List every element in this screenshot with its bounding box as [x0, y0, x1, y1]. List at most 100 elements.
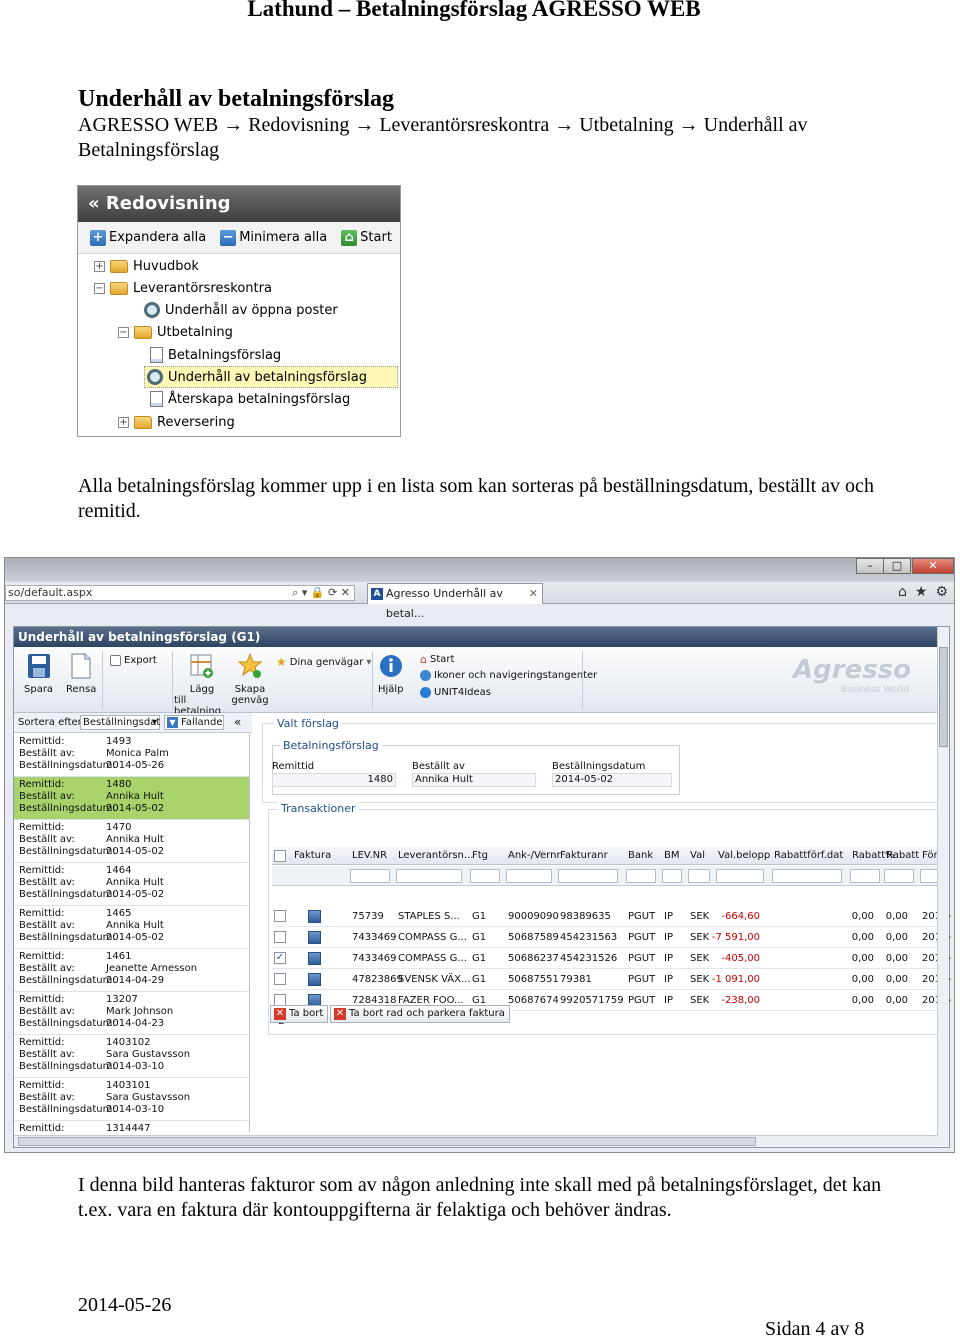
list-item-value: 1464 [106, 865, 132, 876]
favorites-star-icon[interactable]: ★ [915, 584, 928, 600]
start-button[interactable]: ⌂ Start [341, 229, 392, 246]
unit4ideas-link[interactable]: UNIT4Ideas [420, 687, 491, 698]
table-cell: PGUT [628, 995, 656, 1006]
icons-shortcuts-link[interactable]: Ikoner och navigeringstangenter [420, 670, 597, 681]
column-header[interactable]: Bank [628, 850, 653, 861]
list-item[interactable]: Remittid: 1465 Beställt av: Annika Hult Best… [14, 906, 249, 949]
expand-toggle-icon[interactable]: + [94, 260, 105, 272]
vertical-scrollbar[interactable] [937, 627, 949, 1146]
expand-all-button[interactable]: + Expandera alla [90, 229, 206, 246]
my-shortcuts-dropdown[interactable]: ★ Dina genvägar ▾ [276, 655, 371, 669]
column-header[interactable]: Rabatt [886, 850, 919, 861]
column-header[interactable]: Rabattförf.dat [774, 850, 843, 861]
column-header[interactable]: Fakturanr [560, 850, 608, 861]
sort-field-select[interactable]: Beställningsdat ▾ [80, 715, 160, 730]
home-icon[interactable]: ⌂ [898, 584, 907, 600]
table-row[interactable]: 75739 STAPLES S... G1 90009090 98389635 PGUT I… [272, 907, 951, 927]
select-all-checkbox[interactable] [274, 850, 286, 862]
remove-button[interactable]: ✕ Ta bort [270, 1005, 329, 1023]
sort-order-select[interactable]: ▼ Fallande [164, 715, 224, 730]
list-item[interactable]: Remittid: 13207 Beställt av: Mark Johnson Be… [14, 992, 249, 1035]
horizontal-scrollbar[interactable] [14, 1135, 938, 1147]
row-checkbox[interactable] [274, 910, 286, 922]
create-shortcut-button[interactable]: Skapa genväg [230, 653, 270, 706]
list-item-label: Remittid: [19, 1080, 65, 1091]
invoice-image-icon[interactable] [308, 952, 321, 965]
tree-item-utbetalning[interactable]: − Utbetalning [118, 321, 233, 343]
column-filter-input[interactable] [626, 869, 656, 883]
list-item[interactable]: Remittid: 1461 Beställt av: Jeanette Arness… [14, 949, 249, 992]
list-item[interactable]: Remittid: 1403101 Beställt av: Sara Gustavs… [14, 1078, 249, 1121]
column-header[interactable]: LEV.NR [352, 850, 387, 861]
tree-item-reversering[interactable]: + Reversering [118, 411, 235, 433]
table-cell: COMPASS G... [398, 953, 467, 964]
add-payment-button[interactable]: Lägg till betalning [174, 653, 230, 717]
scroll-thumb[interactable] [939, 647, 948, 747]
tree-item-leverantorsreskontra[interactable]: − Leverantörsreskontra [94, 277, 272, 299]
table-row[interactable]: 7433469 COMPASS G... G1 50687589 454231563 PG… [272, 928, 951, 948]
start-link-label: Start [429, 654, 455, 665]
minimize-button[interactable]: – [856, 558, 884, 574]
column-filter-input[interactable] [772, 869, 842, 883]
table-cell: 0,00 [851, 974, 874, 985]
collapse-panel-button[interactable]: « [234, 715, 241, 729]
invoice-image-icon[interactable] [308, 910, 321, 923]
address-input[interactable]: so/default.aspx ⌕ ▾ 🔒 ⟳ ✕ [5, 585, 355, 601]
invoice-image-icon[interactable] [308, 931, 321, 944]
save-button[interactable]: Spara [24, 653, 53, 695]
table-row[interactable]: ✓ 7433469 COMPASS G... G1 50686237 454231526 P… [272, 949, 951, 969]
list-item[interactable]: Remittid: 1493 Beställt av: Monica Palm Best… [14, 734, 249, 777]
column-filter-input[interactable] [850, 869, 880, 883]
collapse-toggle-icon[interactable]: − [118, 326, 129, 338]
collapse-all-button[interactable]: − Minimera alla [220, 229, 327, 246]
column-header[interactable]: BM [664, 850, 680, 861]
list-item-label: Remittid: [19, 1037, 65, 1048]
tree-item-underhall-betalningsforslag[interactable]: Underhåll av betalningsförslag [144, 366, 398, 388]
gear-icon[interactable]: ⚙ [935, 584, 948, 600]
clear-button[interactable]: Rensa [66, 653, 96, 695]
close-tab-icon[interactable]: ✕ [529, 584, 538, 604]
invoice-image-icon[interactable] [308, 973, 321, 986]
sort-bar: Sortera efter Beställningsdat ▾ ▼ Fallan… [14, 713, 252, 733]
tree-item-aterskapa-betalningsforslag[interactable]: Återskapa betalningsförslag [150, 388, 350, 410]
collapse-toggle-icon[interactable]: − [94, 282, 105, 294]
column-filter-input[interactable] [884, 869, 914, 883]
column-header[interactable]: Ftg [472, 850, 488, 861]
column-header[interactable]: Faktura [294, 850, 331, 861]
column-filter-input[interactable] [688, 869, 710, 883]
menu-toolbar: + Expandera alla − Minimera alla ⌂ Start [78, 222, 400, 254]
scroll-thumb[interactable] [18, 1137, 756, 1146]
export-button[interactable]: Export [110, 655, 157, 666]
tree-item-betalningsforslag[interactable]: Betalningsförslag [150, 344, 281, 366]
remove-and-park-button[interactable]: ✕ Ta bort rad och parkera faktura [330, 1005, 510, 1023]
list-item[interactable]: Remittid: 1480 Beställt av: Annika Hult Best… [14, 777, 249, 820]
column-filter-input[interactable] [396, 869, 462, 883]
close-window-button[interactable]: ✕ [912, 558, 954, 574]
help-button[interactable]: Hjälp [378, 653, 404, 695]
column-filter-input[interactable] [350, 869, 390, 883]
browser-tab[interactable]: A Agresso Underhåll av betal... ✕ [367, 583, 543, 620]
maximize-button[interactable]: □ [883, 558, 911, 574]
row-checkbox[interactable] [274, 973, 286, 985]
column-filter-input[interactable] [716, 869, 764, 883]
column-filter-input[interactable] [662, 869, 682, 883]
list-item[interactable]: Remittid: 1403102 Beställt av: Sara Gustavs… [14, 1035, 249, 1078]
tree-item-underhall-oppna-poster[interactable]: Underhåll av öppna poster [144, 299, 338, 321]
list-item[interactable]: Remittid: 1464 Beställt av: Annika Hult Best… [14, 863, 249, 906]
column-filter-input[interactable] [470, 869, 500, 883]
column-filter-input[interactable] [558, 869, 618, 883]
list-item[interactable]: Remittid: 1470 Beställt av: Annika Hult Best… [14, 820, 249, 863]
tree-item-huvudbok[interactable]: + Huvudbok [94, 255, 199, 277]
list-item[interactable]: Remittid:1314447Beställt av:Beställnings… [14, 1121, 249, 1132]
table-row[interactable]: 47823869 SVENSK VÄX... G1 50687551 79381 PGUT… [272, 970, 951, 990]
column-filter-input[interactable] [506, 869, 552, 883]
expand-toggle-icon[interactable]: + [118, 416, 129, 428]
row-checkbox[interactable] [274, 931, 286, 943]
column-header[interactable]: Leverantörsn... [398, 850, 473, 861]
column-header[interactable]: Val.belopp [718, 850, 770, 861]
row-checkbox[interactable]: ✓ [274, 952, 286, 964]
start-link[interactable]: ⌂ Start [420, 653, 454, 666]
column-header[interactable]: Val [690, 850, 705, 861]
column-header[interactable]: Ank-/Vernr [508, 850, 561, 861]
search-refresh-icons[interactable]: ⌕ ▾ 🔒 ⟳ ✕ [292, 586, 350, 600]
